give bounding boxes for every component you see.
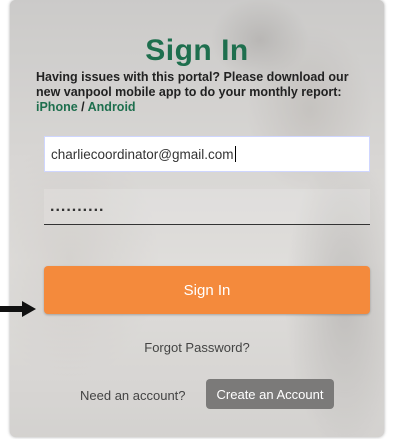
signin-content: Sign In Having issues with this portal? … xyxy=(10,0,384,437)
signin-card: Sign In Having issues with this portal? … xyxy=(10,0,384,437)
notice-text: Having issues with this portal? Please d… xyxy=(36,70,349,99)
email-value: charliecoordinator@gmail.com xyxy=(51,146,234,162)
page-title: Sign In xyxy=(145,34,249,67)
need-account-label: Need an account? xyxy=(80,388,186,403)
app-notice: Having issues with this portal? Please d… xyxy=(36,70,366,115)
sign-in-button[interactable]: Sign In xyxy=(44,266,370,314)
android-link[interactable]: Android xyxy=(88,100,136,114)
email-field[interactable]: charliecoordinator@gmail.com xyxy=(44,136,370,172)
link-separator: / xyxy=(77,100,88,114)
forgot-password-link[interactable]: Forgot Password? xyxy=(10,340,384,355)
arrow-right-icon xyxy=(0,301,36,317)
password-field[interactable]: .......... xyxy=(44,189,370,225)
text-caret xyxy=(234,146,236,162)
password-value: .......... xyxy=(50,197,105,215)
iphone-link[interactable]: iPhone xyxy=(36,100,78,114)
create-account-button[interactable]: Create an Account xyxy=(206,379,334,409)
